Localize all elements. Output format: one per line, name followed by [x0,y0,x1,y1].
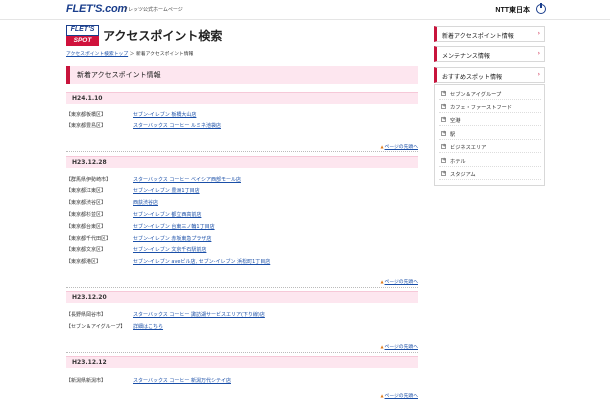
plus-icon: + [441,116,447,122]
sidebar-item-cafe[interactable]: + カフェ・ファーストフード [439,102,541,113]
sidebar-button-recommended-spots[interactable]: おすすめスポット情報 › [434,67,545,83]
flets-spot-logo: FLET'S SPOT [66,25,99,46]
section-title: 新着アクセスポイント情報 [77,71,161,79]
breadcrumb-current: 新着アクセスポイント情報 [136,52,194,57]
page-top-link[interactable]: ページの先頭へ [380,278,418,285]
page-top-link[interactable]: ページの先頭へ [380,143,418,150]
shop-link[interactable]: セブン-イレブン 赤坂東急プラザ店 [133,235,211,242]
area-label: 【東京都台東区】 [66,224,107,230]
sidebar-item-airport[interactable]: + 空港 [439,115,541,126]
sidebar-item-label: ホテル [450,159,466,165]
date-label: H23.12.20 [72,294,107,301]
breadcrumb-separator: ＞ [129,52,135,57]
shop-link[interactable]: セブン-イレブン 文京千石駅前店 [133,246,206,253]
chevron-right-icon: › [537,50,540,57]
plus-icon: + [441,157,447,163]
area-label: 【東京都板橋区】 [66,112,107,118]
page-top-link[interactable]: ページの先頭へ [380,343,418,350]
sidebar-item-label: ビジネスエリア [450,145,487,151]
sidebar-button-new-access-points[interactable]: 新着アクセスポイント情報 › [434,26,545,42]
date-header: H23.12.12 [66,356,418,368]
area-label: 【長野県岡谷市】 [66,312,107,318]
section-header: 新着アクセスポイント情報 [66,66,418,84]
shop-link[interactable]: 詳細はこちら [133,323,163,330]
area-label: 【東京都杉並区】 [66,212,107,218]
sidebar-item-label: 駅 [450,132,456,138]
page-title: アクセスポイント検索 [103,29,223,43]
brand-subtitle: フレッツ公式ホームページ [123,7,183,13]
area-label: 【東京都豊島区】 [66,123,107,129]
area-label: 【東京都千代田区】 [66,236,112,242]
divider [66,352,418,353]
plus-icon: + [441,130,447,136]
plus-icon: + [441,143,447,149]
date-label: H23.12.12 [72,359,107,366]
sidebar-item-seven-and-i[interactable]: + セブン＆アイグループ [439,89,541,100]
shop-link[interactable]: セブン-イレブン 台東三ノ輪1丁目店 [133,223,215,230]
date-header: H24.1.10 [66,92,418,104]
area-label: 【東京都渋谷区】 [66,200,107,206]
sidebar-item-business-area[interactable]: + ビジネスエリア [439,142,541,153]
sidebar-item-label: セブン＆アイグループ [450,92,502,98]
area-label: 【新潟県新潟市】 [66,378,107,384]
sidebar-item-label: スタジアム [450,172,476,178]
sidebar-button-label: 新着アクセスポイント情報 [442,33,514,40]
sidebar-item-station[interactable]: + 駅 [439,129,541,140]
sidebar-button-label: おすすめスポット情報 [442,74,503,81]
divider [66,151,418,152]
shop-link[interactable]: スターバックス コーヒー 諏訪湖サービスエリア(下り線)店 [133,311,265,318]
date-label: H23.12.28 [72,159,107,166]
area-label: 【セブン＆アイグループ】 [66,324,126,330]
logo-bottom-text: SPOT [66,36,99,46]
area-label: 【東京都港区】 [66,259,102,265]
sidebar-item-label: カフェ・ファーストフード [450,105,512,111]
corp-name[interactable]: NTT東日本 [495,5,530,15]
date-label: H24.1.10 [72,95,103,102]
chevron-right-icon: › [537,30,540,37]
logo-top-text: FLET'S [66,25,99,36]
plus-icon: + [441,170,447,176]
brand-logo[interactable]: FLET'S.com [66,3,127,15]
shop-link[interactable]: スターバックス コーヒー 新潟万代シテイ店 [133,377,231,384]
shop-link[interactable]: セブン-イレブン 豊洲1丁目店 [133,187,200,194]
shop-link[interactable]: セブン-イレブン 都立西高前店 [133,211,201,218]
shop-link[interactable]: セブン-イレブン 板橋大山店 [133,111,196,118]
page-top-link[interactable]: ページの先頭へ [380,392,418,399]
plus-icon: + [441,90,447,96]
breadcrumb: アクセスポイント検索トップ ＞ 新着アクセスポイント情報 [66,50,193,57]
ntt-logo-icon [536,3,546,14]
date-header: H23.12.28 [66,156,418,168]
sidebar-item-hotel[interactable]: + ホテル [439,156,541,167]
shop-link[interactable]: 西荻渋谷店 [133,199,158,206]
chevron-right-icon: › [537,71,540,78]
divider [66,287,418,288]
area-label: 【東京都文京区】 [66,247,107,253]
plus-icon: + [441,103,447,109]
sidebar-item-stadium[interactable]: + スタジアム [439,169,541,180]
shop-link[interactable]: スターバックス コーヒー ルミネ池袋店 [133,122,221,129]
area-label: 【群馬県伊勢崎市】 [66,177,112,183]
sidebar-item-label: 空港 [450,118,461,124]
breadcrumb-link-top[interactable]: アクセスポイント検索トップ [66,52,128,57]
date-header: H23.12.20 [66,291,418,303]
sidebar-button-label: メンテナンス情報 [442,53,490,60]
area-label: 【東京都江東区】 [66,188,107,194]
top-bar: FLET'S.com フレッツ公式ホームページ NTT東日本 [0,0,610,20]
sidebar-button-maintenance[interactable]: メンテナンス情報 › [434,46,545,62]
shop-link[interactable]: セブン-イレブン aveビル店, セブン-イレブン 浜松町1丁目店 [133,258,270,265]
shop-link[interactable]: スターバックス コーヒー べイシア西部モール店 [133,176,241,183]
